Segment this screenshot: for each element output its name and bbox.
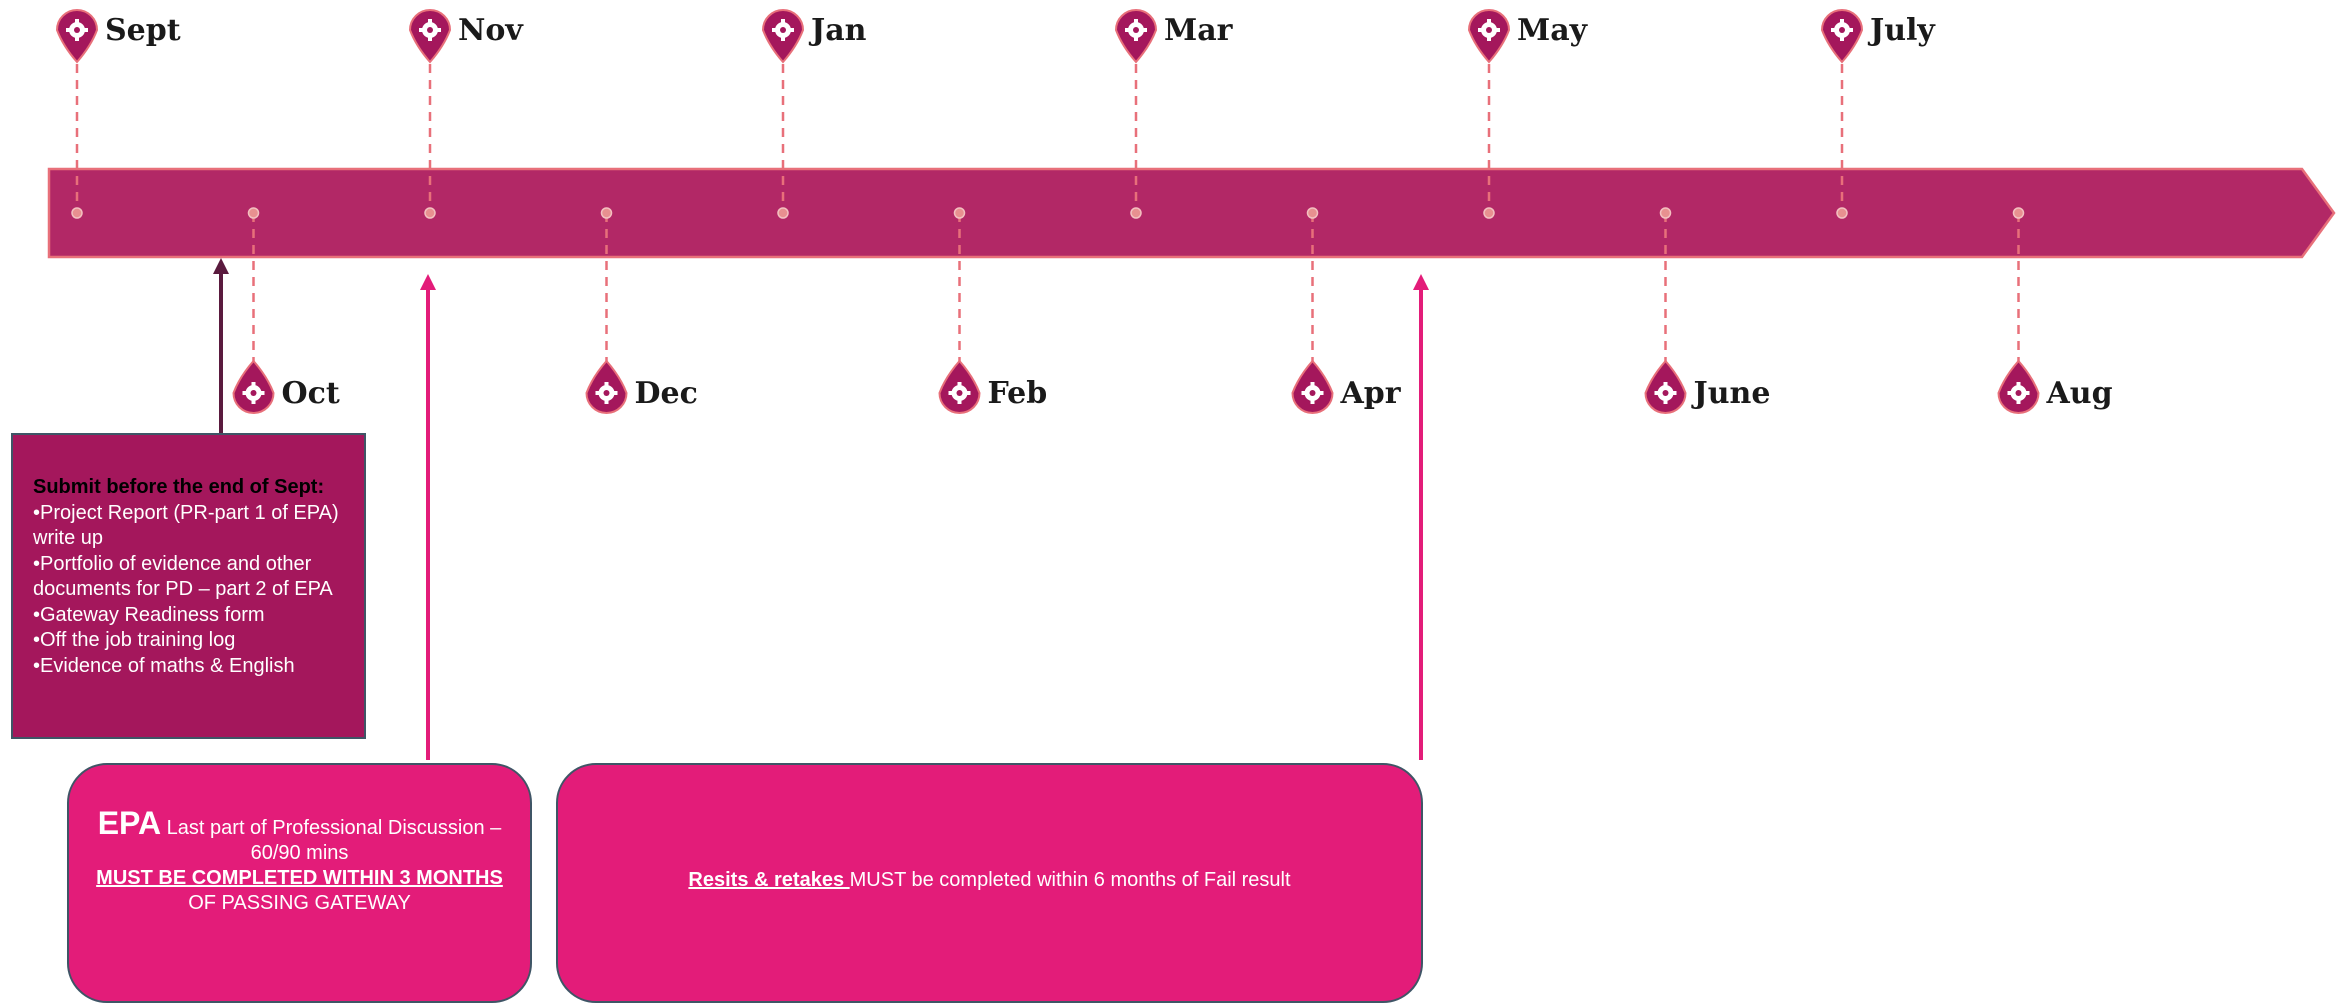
month-dot-feb — [953, 207, 966, 219]
month-label-feb: Feb — [988, 376, 1048, 411]
submit-item-maths-english: •Evidence of maths & English — [33, 654, 295, 677]
month-dot-june — [1659, 207, 1672, 219]
map-pin-icon — [1467, 9, 1511, 64]
map-pin-icon — [1291, 359, 1334, 414]
month-dot-july — [1836, 207, 1848, 219]
month-dot-aug — [2012, 207, 2025, 219]
month-dot-dec — [600, 207, 613, 219]
timeline-band — [47, 167, 2336, 259]
month-dot-nov — [424, 207, 436, 219]
map-pin-icon — [761, 9, 805, 64]
epa-heading: EPA — [97, 805, 162, 841]
epa-deadline-warning: MUST BE COMPLETED WITHIN 3 MONTHS — [96, 867, 503, 889]
month-dot-may — [1483, 207, 1495, 219]
arrow-epa-head — [420, 274, 436, 290]
month-label-apr: Apr — [1340, 376, 1402, 411]
map-pin-icon — [1644, 359, 1687, 414]
month-dot-jan — [777, 207, 789, 219]
submit-item-gateway-form: •Gateway Readiness form — [33, 603, 265, 626]
submit-item-project-report: •Project Report (PR-part 1 of EPA) write… — [33, 501, 339, 550]
submit-title: Submit before the end of Sept: — [33, 476, 325, 498]
month-label-july: July — [1867, 13, 1936, 48]
arrow-submit-head — [213, 258, 229, 274]
month-dot-oct — [247, 207, 260, 219]
resits-description: MUST be completed within 6 months of Fai… — [849, 869, 1291, 891]
map-pin-icon — [55, 9, 99, 64]
resits-info-box: Resits & retakes MUST be completed withi… — [556, 763, 1423, 1003]
submit-item-training-log: •Off the job training log — [33, 629, 236, 651]
month-label-sept: Sept — [105, 13, 181, 48]
map-pin-icon — [585, 359, 628, 414]
arrow-resit-head — [1413, 274, 1429, 290]
map-pin-icon — [1820, 9, 1864, 64]
map-pin-icon — [408, 9, 452, 64]
epa-description: Last part of Professional Discussion – 6… — [161, 817, 502, 864]
map-pin-icon — [232, 359, 275, 414]
epa-deadline-tail: OF PASSING GATEWAY — [188, 892, 411, 914]
month-label-jan: Jan — [808, 13, 867, 48]
epa-info-box: EPA Last part of Professional Discussion… — [67, 763, 532, 1003]
month-dot-mar — [1130, 207, 1142, 219]
submit-requirements-box: Submit before the end of Sept: •Project … — [11, 433, 366, 739]
month-label-may: May — [1517, 13, 1589, 48]
month-label-june: June — [1691, 376, 1771, 411]
resits-heading: Resits & retakes — [688, 869, 850, 891]
month-label-aug: Aug — [2046, 376, 2113, 411]
map-pin-icon — [1114, 9, 1158, 64]
month-dot-apr — [1306, 207, 1319, 219]
month-label-dec: Dec — [635, 376, 698, 411]
month-label-oct: Oct — [282, 376, 340, 411]
map-pin-icon — [1997, 359, 2040, 414]
month-label-mar: Mar — [1164, 13, 1234, 48]
map-pin-icon — [938, 359, 981, 414]
submit-item-portfolio: •Portfolio of evidence and other documen… — [33, 552, 333, 601]
month-label-nov: Nov — [458, 13, 524, 48]
month-dot-sept — [71, 207, 83, 219]
